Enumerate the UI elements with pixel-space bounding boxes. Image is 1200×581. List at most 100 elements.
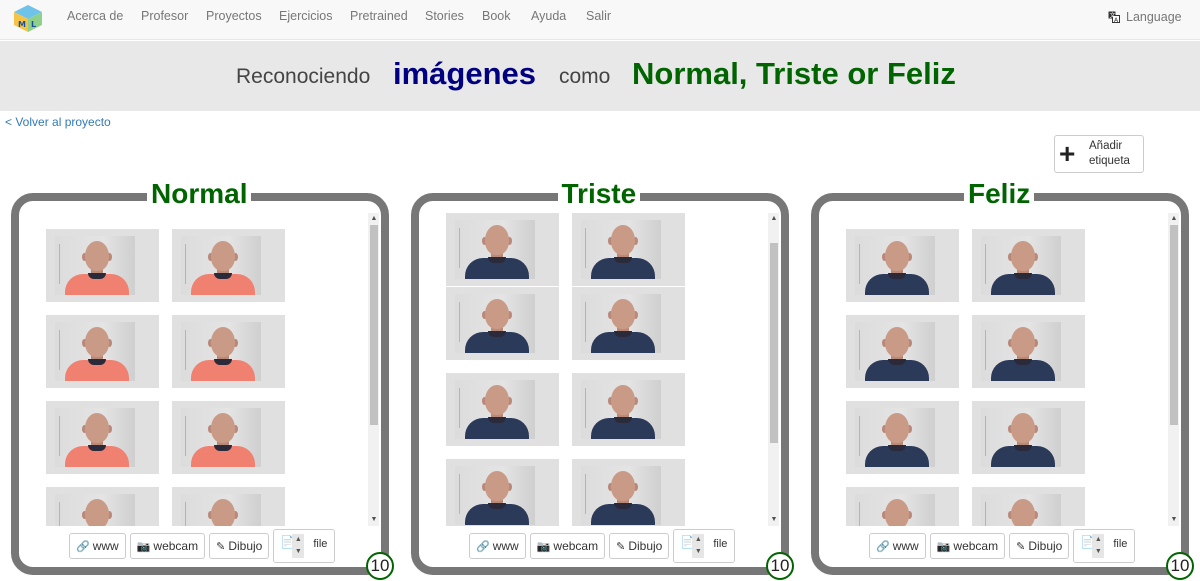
training-image-thumbnail[interactable] <box>172 487 285 526</box>
camera-icon: 📷 <box>936 540 951 553</box>
add-label-button[interactable]: + Añadir etiqueta <box>1054 135 1144 173</box>
training-image-thumbnail[interactable] <box>446 373 559 446</box>
bucket-image-list[interactable]: ▲ ▼ <box>431 213 779 526</box>
add-drawing-button[interactable]: ✎ Dibujo <box>209 533 270 559</box>
language-selector[interactable]: 文 A Language <box>1108 10 1182 24</box>
training-image-thumbnail[interactable] <box>572 373 685 446</box>
face-photo <box>581 220 661 279</box>
banner-reconociendo: Reconociendo <box>236 65 371 88</box>
face-photo <box>981 494 1061 526</box>
file-label: file <box>313 538 328 550</box>
scrollbar-thumb[interactable] <box>770 243 778 443</box>
training-image-thumbnail[interactable] <box>446 287 559 360</box>
nav-book[interactable]: Book <box>482 9 511 23</box>
scroll-up-arrow-icon[interactable]: ▲ <box>1168 213 1179 225</box>
add-webcam-button[interactable]: 📷 webcam <box>929 533 1006 559</box>
bucket-title-feliz: Feliz <box>964 177 1035 211</box>
training-image-thumbnail[interactable] <box>172 229 285 302</box>
training-image-thumbnail[interactable] <box>972 229 1085 302</box>
training-image-thumbnail[interactable] <box>846 487 959 526</box>
scroll-up-arrow-icon[interactable]: ▲ <box>368 213 379 225</box>
add-file-button[interactable]: 📄 ▲ ▼ file <box>273 529 336 563</box>
scroll-down-arrow-icon[interactable]: ▼ <box>1168 514 1179 526</box>
webcam-label: webcam <box>953 539 999 553</box>
add-www-button[interactable]: 🔗 www <box>69 533 126 559</box>
training-image-thumbnail[interactable] <box>46 487 159 526</box>
scrollbar-thumb[interactable] <box>1170 225 1178 425</box>
camera-icon: 📷 <box>536 540 551 553</box>
file-label: file <box>713 538 728 550</box>
face-photo <box>855 408 935 467</box>
training-image-thumbnail[interactable] <box>46 401 159 474</box>
face-photo <box>55 408 135 467</box>
bucket-scrollbar[interactable]: ▲ ▼ <box>768 213 779 526</box>
training-image-thumbnail[interactable] <box>172 401 285 474</box>
training-image-thumbnail[interactable] <box>972 401 1085 474</box>
nav-salir[interactable]: Salir <box>586 9 611 23</box>
face-photo <box>581 294 661 353</box>
bucket-image-count-badge: 10 <box>766 552 794 580</box>
add-file-button[interactable]: 📄 ▲ ▼ file <box>673 529 736 563</box>
link-icon: 🔗 <box>876 540 890 553</box>
face-photo <box>55 322 135 381</box>
add-webcam-button[interactable]: 📷 webcam <box>129 533 206 559</box>
add-webcam-button[interactable]: 📷 webcam <box>529 533 606 559</box>
training-image-thumbnail[interactable] <box>46 229 159 302</box>
training-image-thumbnail[interactable] <box>172 315 285 388</box>
add-label-line1: Añadir <box>1089 140 1123 152</box>
webcam-label: webcam <box>553 539 599 553</box>
nav-pretrained[interactable]: Pretrained <box>350 9 408 23</box>
add-www-button[interactable]: 🔗 www <box>869 533 926 559</box>
scroll-up-arrow-icon[interactable]: ▲ <box>768 213 779 225</box>
file-spinner-icon: ▲ ▼ <box>692 534 705 558</box>
nav-ejercicios[interactable]: Ejercicios <box>279 9 333 23</box>
scroll-down-arrow-icon[interactable]: ▼ <box>768 514 779 526</box>
training-image-thumbnail[interactable] <box>972 487 1085 526</box>
face-photo <box>181 408 261 467</box>
training-image-thumbnail[interactable] <box>446 459 559 526</box>
training-image-thumbnail[interactable] <box>972 315 1085 388</box>
nav-stories[interactable]: Stories <box>425 9 464 23</box>
bucket-image-list[interactable]: ▲ ▼ <box>831 213 1179 526</box>
face-photo <box>855 322 935 381</box>
training-image-thumbnail[interactable] <box>572 287 685 360</box>
pencil-icon: ✎ <box>216 540 226 553</box>
nav-profesor[interactable]: Profesor <box>141 9 188 23</box>
scrollbar-thumb[interactable] <box>370 225 378 425</box>
add-label-line2: etiqueta <box>1089 155 1130 167</box>
training-image-thumbnail[interactable] <box>572 213 685 286</box>
training-image-thumbnail[interactable] <box>46 315 159 388</box>
www-label: www <box>492 539 519 553</box>
www-label: www <box>92 539 119 553</box>
training-image-thumbnail[interactable] <box>846 315 959 388</box>
training-image-thumbnail[interactable] <box>846 229 959 302</box>
ml4kids-logo-icon[interactable]: M L <box>12 3 44 33</box>
training-image-thumbnail[interactable] <box>572 459 685 526</box>
face-photo <box>981 236 1061 295</box>
add-example-buttons: 🔗 www 📷 webcam ✎ Dibujo 📄 ▲ ▼ file <box>869 529 1136 563</box>
face-photo <box>855 494 935 526</box>
file-spinner-icon: ▲ ▼ <box>1092 534 1105 558</box>
nav-ayuda[interactable]: Ayuda <box>531 9 566 23</box>
bucket-scrollbar[interactable]: ▲ ▼ <box>1168 213 1179 526</box>
add-www-button[interactable]: 🔗 www <box>469 533 526 559</box>
nav-acerca-de[interactable]: Acerca de <box>67 9 123 23</box>
bucket-scrollbar[interactable]: ▲ ▼ <box>368 213 379 526</box>
bucket-normal: ▲ ▼ <box>11 193 389 575</box>
training-image-thumbnail[interactable] <box>846 401 959 474</box>
scroll-down-arrow-icon[interactable]: ▼ <box>368 514 379 526</box>
face-photo <box>981 408 1061 467</box>
training-image-thumbnail[interactable] <box>446 213 559 286</box>
bucket-image-list[interactable]: ▲ ▼ <box>31 213 379 526</box>
svg-text:L: L <box>31 20 36 29</box>
back-to-project-link[interactable]: < Volver al proyecto <box>5 115 111 129</box>
svg-text:M: M <box>18 20 26 29</box>
add-drawing-button[interactable]: ✎ Dibujo <box>1009 533 1070 559</box>
face-photo <box>455 220 535 279</box>
face-photo <box>581 466 661 525</box>
add-file-button[interactable]: 📄 ▲ ▼ file <box>1073 529 1136 563</box>
nav-proyectos[interactable]: Proyectos <box>206 9 262 23</box>
project-banner: Reconociendo imágenes como Normal, Trist… <box>0 41 1200 111</box>
add-drawing-button[interactable]: ✎ Dibujo <box>609 533 670 559</box>
plus-icon: + <box>1059 138 1076 169</box>
